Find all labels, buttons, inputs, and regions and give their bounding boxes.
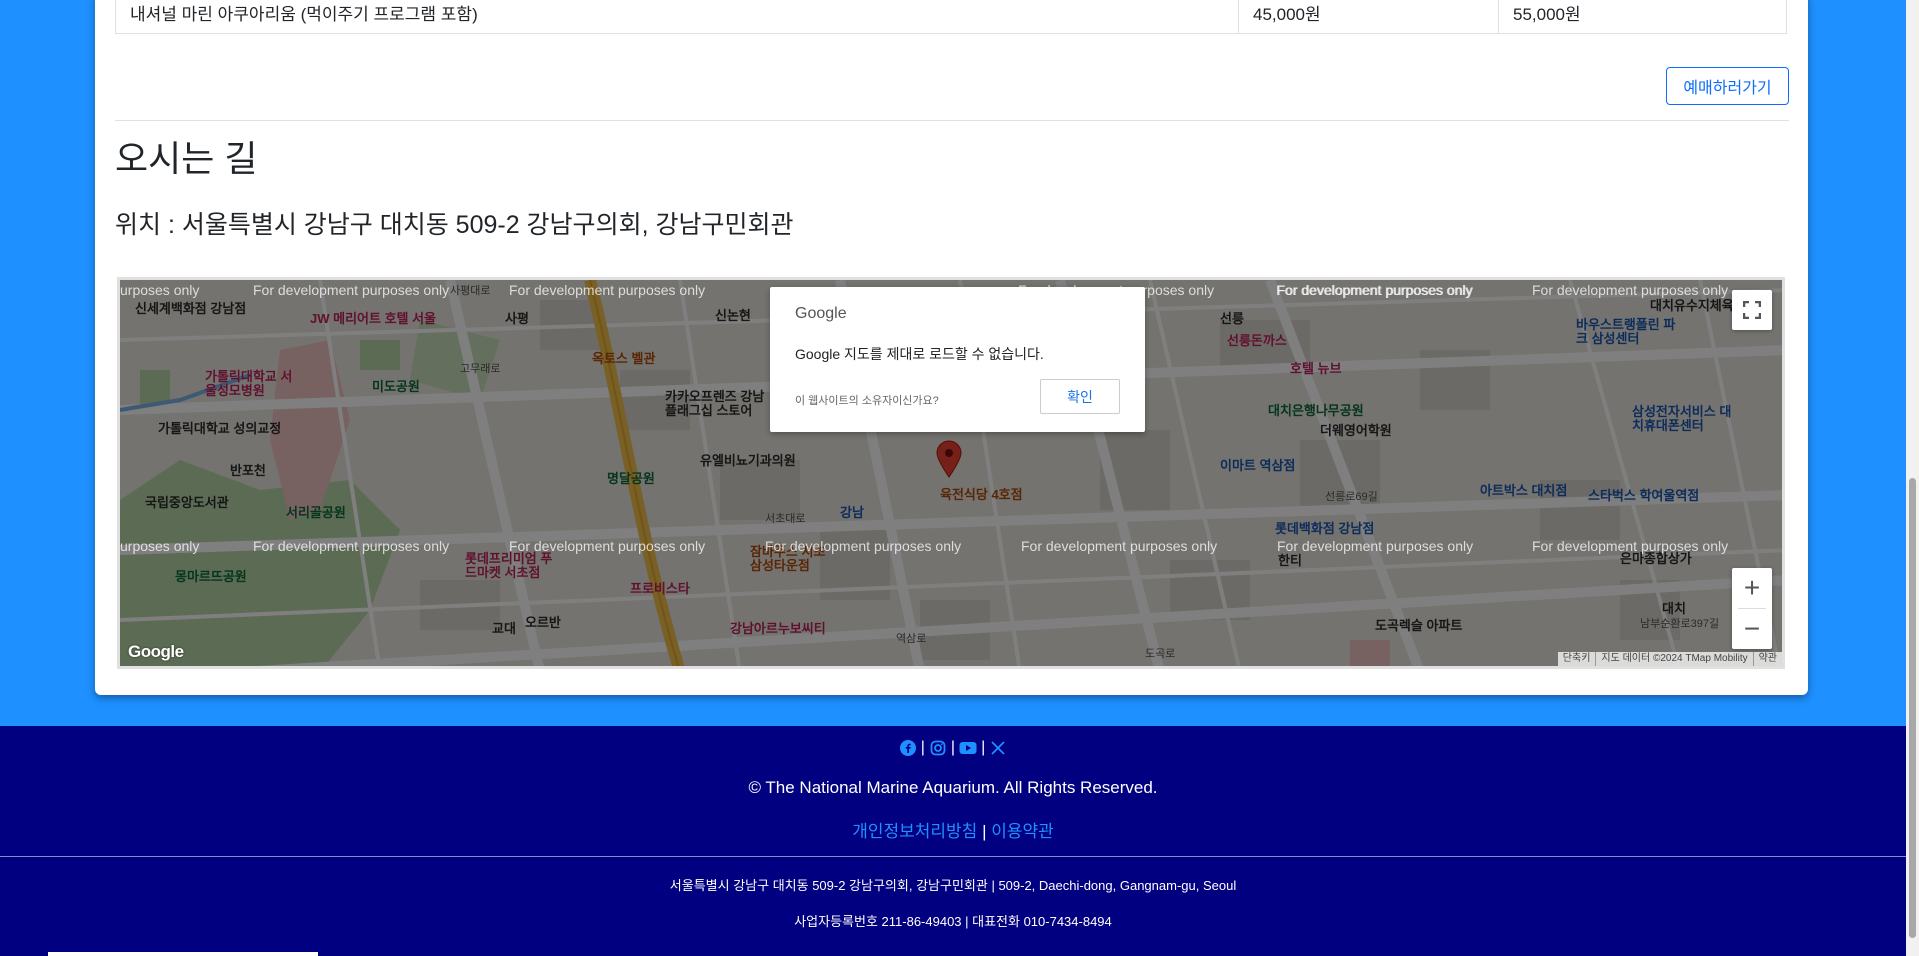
keyboard-shortcuts-link[interactable]: 단축키 bbox=[1558, 652, 1596, 666]
zoom-out-button[interactable]: − bbox=[1732, 609, 1772, 649]
map-watermark: urposes only bbox=[120, 538, 200, 554]
map-watermark: For development purposes only bbox=[1532, 282, 1729, 298]
section-divider bbox=[115, 120, 1789, 121]
map-data-credit: 지도 데이터 ©2024 TMap Mobility bbox=[1595, 652, 1752, 666]
footer-links: 개인정보처리방침 | 이용약관 bbox=[0, 817, 1906, 842]
zoom-control: + − bbox=[1732, 568, 1772, 649]
map-watermark: urposes only bbox=[120, 282, 200, 298]
scrollbar-thumb[interactable] bbox=[1909, 478, 1916, 938]
fullscreen-button[interactable] bbox=[1732, 290, 1772, 330]
map-attribution: 단축키 지도 데이터 ©2024 TMap Mobility 약관 bbox=[1557, 652, 1782, 666]
price-table-row: 내셔널 마린 아쿠아리움 (먹이주기 프로그램 포함) 45,000원 55,0… bbox=[115, 0, 1787, 34]
price-adult-cell: 55,000원 bbox=[1513, 5, 1581, 24]
map-watermark: For development purposes only bbox=[765, 538, 962, 554]
x-icon[interactable] bbox=[989, 739, 1007, 757]
map-watermark: For development purposes only bbox=[509, 282, 706, 298]
social-separator: | bbox=[920, 739, 925, 756]
map-watermark: For development purposes only bbox=[1277, 538, 1474, 554]
map-watermark: For development purposes only bbox=[1021, 538, 1218, 554]
google-logo[interactable]: Google bbox=[128, 642, 184, 662]
link-separator: | bbox=[982, 822, 987, 841]
footer: | | | © The National Marine Aquarium. Al… bbox=[0, 726, 1906, 956]
map-watermark: For development purposes only bbox=[509, 538, 706, 554]
book-button[interactable]: 예매하러가기 bbox=[1666, 67, 1789, 105]
owner-question-link[interactable]: 이 웹사이트의 소유자이신가요? bbox=[795, 392, 939, 408]
map-watermark: For development purposes only bbox=[253, 282, 450, 298]
location-text: 위치 : 서울특별시 강남구 대치동 509-2 강남구의회, 강남구민회관 bbox=[115, 211, 794, 239]
page-scrollbar[interactable] bbox=[1906, 0, 1919, 956]
footer-divider bbox=[0, 856, 1906, 857]
terms-link[interactable]: 약관 bbox=[1752, 652, 1782, 666]
copyright-text: © The National Marine Aquarium. All Righ… bbox=[748, 778, 1158, 797]
content-card: 내셔널 마린 아쿠아리움 (먹이주기 프로그램 포함) 45,000원 55,0… bbox=[95, 0, 1808, 695]
bottom-strip bbox=[48, 952, 318, 956]
program-cell: 내셔널 마린 아쿠아리움 (먹이주기 프로그램 포함) bbox=[116, 0, 1239, 33]
youtube-icon[interactable] bbox=[959, 739, 977, 757]
facebook-icon[interactable] bbox=[899, 739, 917, 757]
directions-title: 오시는 길 bbox=[115, 138, 258, 179]
map-watermark: For development purposes only bbox=[1532, 538, 1729, 554]
dialog-ok-button[interactable]: 확인 bbox=[1040, 379, 1120, 414]
map-watermark: For development purposes only bbox=[253, 538, 450, 554]
map-watermark: For development purposes only bbox=[1277, 282, 1474, 298]
social-separator: | bbox=[981, 739, 986, 756]
footer-business-info: 사업자등록번호 211-86-49403 | 대표전화 010-7434-849… bbox=[794, 914, 1112, 929]
price-child-cell: 45,000원 bbox=[1239, 0, 1499, 33]
privacy-policy-link[interactable]: 개인정보처리방침 bbox=[852, 822, 977, 841]
social-links: | | | bbox=[0, 739, 1906, 757]
footer-address: 서울특별시 강남구 대치동 509-2 강남구의회, 강남구민회관 | 509-… bbox=[669, 878, 1237, 893]
map-error-dialog: Google Google 지도를 제대로 로드할 수 없습니다. 이 웹사이트… bbox=[770, 287, 1145, 432]
instagram-icon[interactable] bbox=[929, 739, 947, 757]
social-separator: | bbox=[950, 739, 956, 756]
map-error-message: Google 지도를 제대로 로드할 수 없습니다. bbox=[795, 346, 1044, 362]
terms-of-use-link[interactable]: 이용약관 bbox=[991, 822, 1054, 841]
fullscreen-icon bbox=[1743, 301, 1761, 319]
google-wordmark: Google bbox=[795, 305, 847, 322]
google-map[interactable]: 신세계백화점 강남점 JW 메리어트 호텔 서울 가톨릭대학교 서울성모병원 미… bbox=[117, 277, 1785, 669]
zoom-in-button[interactable]: + bbox=[1732, 568, 1772, 608]
